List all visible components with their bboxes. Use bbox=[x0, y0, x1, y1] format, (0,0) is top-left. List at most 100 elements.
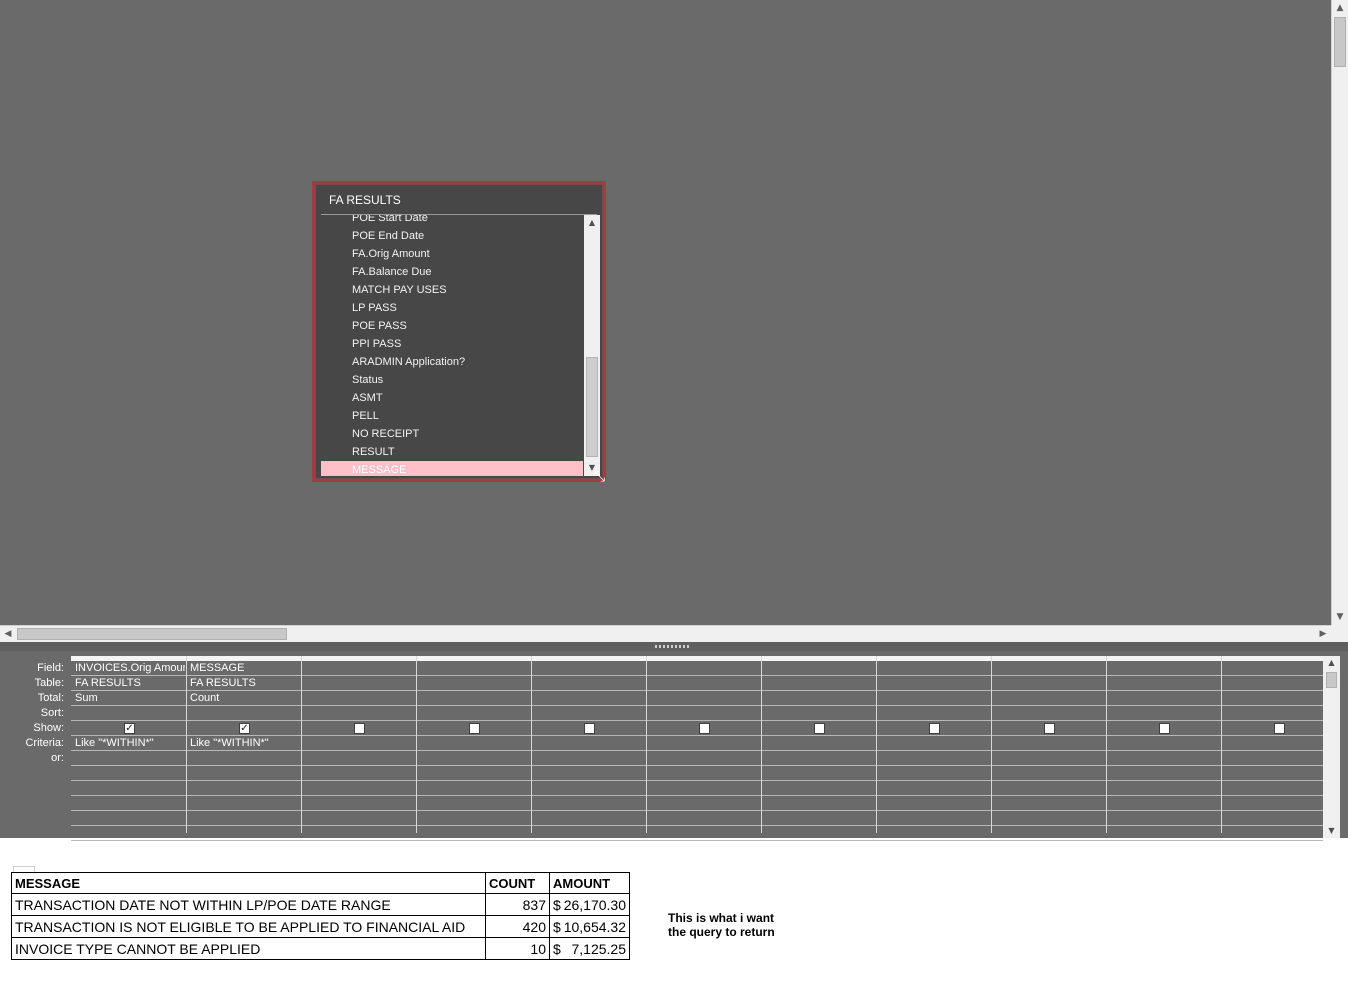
query-grid[interactable]: INVOICES.Orig Amour FA RESULTS Sum ✓ Like "*… bbox=[71, 656, 1323, 841]
grid-cell-sort[interactable] bbox=[532, 706, 645, 721]
grid-cell-field[interactable] bbox=[532, 661, 645, 676]
grid-cell-criteria[interactable] bbox=[1222, 736, 1335, 751]
grid-cell-field[interactable] bbox=[877, 661, 990, 676]
grid-cell-field[interactable] bbox=[302, 661, 415, 676]
grid-cell-sort[interactable] bbox=[1107, 706, 1220, 721]
show-checkbox[interactable] bbox=[584, 723, 595, 734]
grid-cell-sort[interactable] bbox=[302, 706, 415, 721]
field-list-item[interactable]: PPI PASS bbox=[321, 335, 583, 353]
grid-cell-criteria[interactable] bbox=[1107, 736, 1220, 751]
grid-cell-table[interactable] bbox=[532, 676, 645, 691]
arrow-left-icon[interactable]: ◀ bbox=[0, 626, 16, 642]
show-checkbox[interactable] bbox=[354, 723, 365, 734]
grid-cell-sort[interactable] bbox=[187, 706, 300, 721]
field-list-item[interactable]: NO RECEIPT bbox=[321, 425, 583, 443]
grid-cell-total[interactable] bbox=[992, 691, 1105, 706]
grid-cell-table[interactable] bbox=[762, 676, 875, 691]
grid-cell-sort[interactable] bbox=[647, 706, 760, 721]
arrow-up-icon[interactable]: ▲ bbox=[1332, 0, 1348, 16]
field-list-item[interactable]: MESSAGE bbox=[321, 461, 583, 476]
field-list-item[interactable]: RESULT bbox=[321, 443, 583, 461]
grid-cell-criteria[interactable]: Like "*WITHIN*" bbox=[187, 736, 300, 751]
grid-cell-table[interactable] bbox=[877, 676, 990, 691]
grid-cell-table[interactable] bbox=[647, 676, 760, 691]
grid-cell-table[interactable]: FA RESULTS bbox=[72, 676, 185, 691]
grid-cell-sort[interactable] bbox=[1222, 706, 1335, 721]
grid-cell-criteria[interactable]: Like "*WITHIN*" bbox=[72, 736, 185, 751]
field-list-item[interactable]: POE End Date bbox=[321, 227, 583, 245]
grid-cell-table[interactable] bbox=[992, 676, 1105, 691]
grid-cell-criteria[interactable] bbox=[992, 736, 1105, 751]
arrow-right-icon[interactable]: ▶ bbox=[1315, 626, 1331, 642]
grid-cell-criteria[interactable] bbox=[532, 736, 645, 751]
show-checkbox[interactable] bbox=[699, 723, 710, 734]
field-list-item[interactable]: Status bbox=[321, 371, 583, 389]
grid-cell-criteria[interactable] bbox=[647, 736, 760, 751]
show-checkbox[interactable]: ✓ bbox=[239, 723, 250, 734]
grid-cell-sort[interactable] bbox=[417, 706, 530, 721]
arrow-down-icon[interactable]: ▼ bbox=[1323, 824, 1340, 838]
field-list-item[interactable]: PELL bbox=[321, 407, 583, 425]
grid-cell-total[interactable]: Sum bbox=[72, 691, 185, 706]
grid-cell-field[interactable] bbox=[647, 661, 760, 676]
grid-cell-field[interactable] bbox=[992, 661, 1105, 676]
show-checkbox[interactable]: ✓ bbox=[124, 723, 135, 734]
field-list-scroll-thumb[interactable] bbox=[586, 357, 598, 457]
field-list-item[interactable]: MATCH PAY USES bbox=[321, 281, 583, 299]
grid-cell-total[interactable] bbox=[647, 691, 760, 706]
show-checkbox[interactable] bbox=[1044, 723, 1055, 734]
grid-vscroll-thumb[interactable] bbox=[1326, 672, 1337, 688]
pane-splitter[interactable] bbox=[0, 642, 1348, 651]
grid-cell-field[interactable]: INVOICES.Orig Amour bbox=[72, 661, 185, 676]
grid-cell-criteria[interactable] bbox=[762, 736, 875, 751]
splitter-grip[interactable] bbox=[655, 645, 689, 648]
field-list-window-fa-results[interactable]: FA RESULTS POE Start Date POE End Date FA.… bbox=[312, 181, 606, 482]
design-horizontal-scrollbar[interactable]: ◀ ▶ bbox=[0, 625, 1331, 642]
query-design-area[interactable]: FA RESULTS POE Start Date POE End Date FA.… bbox=[0, 0, 1348, 642]
design-vertical-scrollbar[interactable]: ▲ ▼ bbox=[1331, 0, 1348, 625]
field-list-item[interactable]: FA.Balance Due bbox=[321, 263, 583, 281]
grid-vertical-scrollbar[interactable]: ▲ ▼ bbox=[1323, 656, 1340, 838]
grid-cell-field[interactable] bbox=[1222, 661, 1335, 676]
grid-cell-total[interactable] bbox=[417, 691, 530, 706]
grid-cell-sort[interactable] bbox=[877, 706, 990, 721]
grid-cell-table[interactable] bbox=[1107, 676, 1220, 691]
grid-cell-table[interactable] bbox=[1222, 676, 1335, 691]
grid-cell-table[interactable] bbox=[417, 676, 530, 691]
design-vscroll-thumb[interactable] bbox=[1334, 17, 1346, 67]
field-list-item[interactable]: POE PASS bbox=[321, 317, 583, 335]
show-checkbox[interactable] bbox=[1274, 723, 1285, 734]
show-checkbox[interactable] bbox=[469, 723, 480, 734]
grid-cell-field[interactable] bbox=[417, 661, 530, 676]
grid-cell-total[interactable] bbox=[532, 691, 645, 706]
grid-cell-total[interactable]: Count bbox=[187, 691, 300, 706]
design-hscroll-thumb[interactable] bbox=[17, 628, 287, 640]
grid-cell-field[interactable]: MESSAGE bbox=[187, 661, 300, 676]
grid-cell-sort[interactable] bbox=[992, 706, 1105, 721]
field-list-item[interactable]: ASMT bbox=[321, 389, 583, 407]
grid-cell-total[interactable] bbox=[302, 691, 415, 706]
grid-cell-criteria[interactable] bbox=[877, 736, 990, 751]
field-list-scrollbar[interactable]: ▲ ▼ bbox=[584, 215, 600, 476]
show-checkbox[interactable] bbox=[929, 723, 940, 734]
grid-cell-total[interactable] bbox=[1107, 691, 1220, 706]
grid-cell-table[interactable]: FA RESULTS bbox=[187, 676, 300, 691]
grid-cell-sort[interactable] bbox=[762, 706, 875, 721]
grid-cell-table[interactable] bbox=[302, 676, 415, 691]
show-checkbox[interactable] bbox=[814, 723, 825, 734]
field-list-item[interactable]: POE Start Date bbox=[321, 215, 583, 227]
grid-cell-sort[interactable] bbox=[72, 706, 185, 721]
arrow-up-icon[interactable]: ▲ bbox=[584, 215, 600, 231]
field-list-item[interactable]: ARADMIN Application? bbox=[321, 353, 583, 371]
grid-cell-total[interactable] bbox=[762, 691, 875, 706]
field-list-item[interactable]: LP PASS bbox=[321, 299, 583, 317]
field-list-items[interactable]: POE Start Date POE End Date FA.Orig Amount… bbox=[321, 215, 583, 476]
grid-cell-field[interactable] bbox=[1107, 661, 1220, 676]
field-list-item[interactable]: FA.Orig Amount bbox=[321, 245, 583, 263]
grid-cell-total[interactable] bbox=[877, 691, 990, 706]
show-checkbox[interactable] bbox=[1159, 723, 1170, 734]
grid-cell-criteria[interactable] bbox=[417, 736, 530, 751]
grid-cell-criteria[interactable] bbox=[302, 736, 415, 751]
arrow-down-icon[interactable]: ▼ bbox=[1332, 609, 1348, 625]
field-list-title[interactable]: FA RESULTS bbox=[329, 193, 401, 207]
